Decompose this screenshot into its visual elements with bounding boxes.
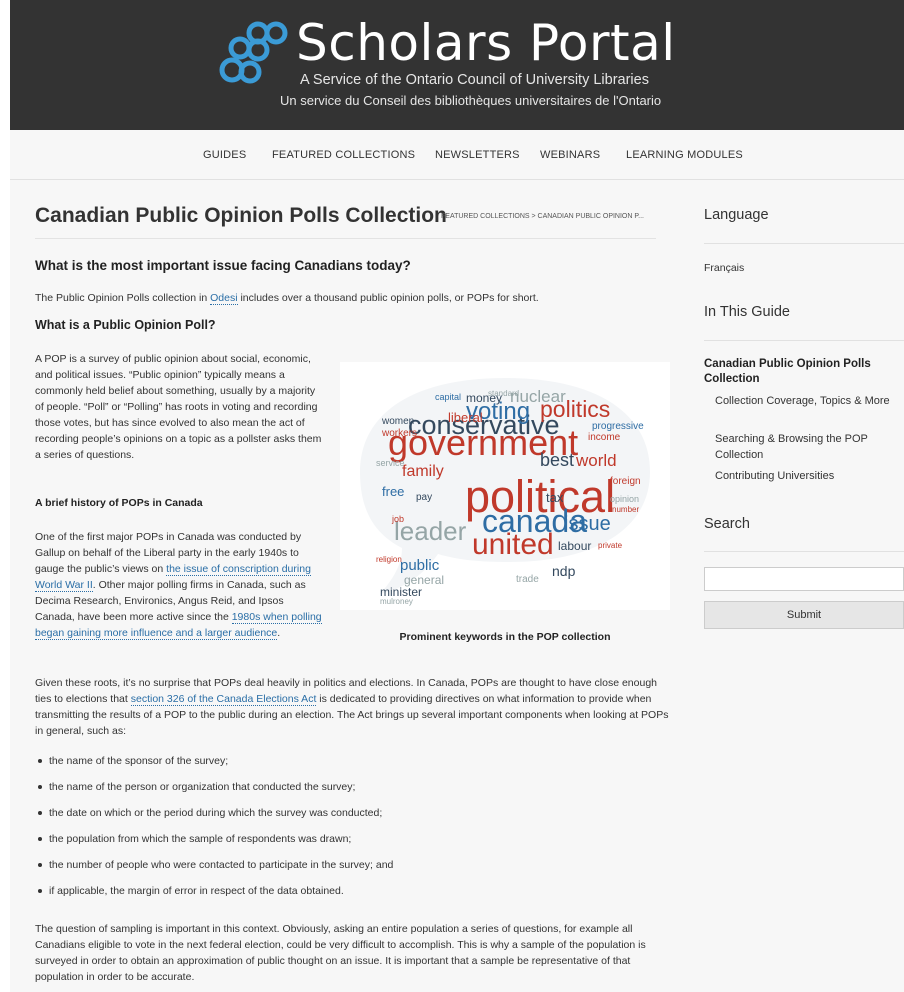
nav-newsletters[interactable]: NEWSLETTERS: [435, 149, 520, 161]
intro-text-after: includes over a thousand public opinion …: [237, 292, 539, 304]
list-item: the number of people who were contacted …: [35, 857, 671, 883]
cloud-word: foreign: [610, 476, 641, 487]
sampling-paragraph: The question of sampling is important in…: [35, 923, 646, 983]
list-item: the population from which the sample of …: [35, 831, 671, 857]
cloud-word: service: [376, 458, 405, 468]
cloud-word: leader: [394, 516, 467, 546]
guide-heading: In This Guide: [704, 304, 790, 320]
main-nav: GUIDES FEATURED COLLECTIONS NEWSLETTERS …: [10, 130, 904, 180]
cloud-word: opinion: [610, 494, 639, 504]
cloud-word: public: [400, 557, 440, 574]
cloud-word: women: [381, 416, 414, 427]
cloud-word: pay: [416, 492, 432, 503]
nav-guides[interactable]: GUIDES: [203, 149, 246, 161]
list-item: if applicable, the margin of error in re…: [35, 883, 671, 909]
cloud-word: world: [575, 451, 617, 470]
search-input[interactable]: [704, 567, 904, 591]
list-item: the date on which or the period during w…: [35, 805, 671, 831]
cloud-word: workers: [381, 428, 417, 439]
nav-webinars[interactable]: WEBINARS: [540, 149, 600, 161]
history-text-3: .: [277, 627, 281, 639]
cloud-word: income: [588, 432, 621, 443]
sidebar-divider: [704, 340, 904, 341]
cloud-word: religion: [376, 555, 402, 564]
logo-subtitle-french: Un service du Conseil des bibliothèques …: [280, 93, 662, 108]
logo-subtitle-english: A Service of the Ontario Council of Univ…: [300, 72, 649, 88]
cloud-word: issue: [564, 513, 611, 535]
cloud-word: trade: [516, 574, 539, 585]
page: Scholars Portal A Service of the Ontario…: [10, 0, 904, 992]
guide-item-searching[interactable]: Searching & Browsing the POP Collection: [715, 431, 900, 463]
heading-history: A brief history of POPs in Canada: [35, 497, 203, 509]
cloud-word: best: [540, 450, 574, 470]
cloud-word: standard: [488, 389, 519, 398]
nav-featured-collections[interactable]: FEATURED COLLECTIONS: [272, 149, 415, 161]
site-banner: Scholars Portal A Service of the Ontario…: [10, 0, 904, 130]
search-heading: Search: [704, 516, 750, 532]
sidebar-divider: [704, 551, 904, 552]
cloud-word: number: [612, 505, 639, 514]
guide-current-page[interactable]: Canadian Public Opinion Polls Collection: [704, 357, 894, 387]
odesi-link[interactable]: Odesi: [210, 292, 238, 305]
nav-learning-modules[interactable]: LEARNING MODULES: [626, 149, 743, 161]
sidebar-divider: [704, 243, 904, 244]
list-item: the name of the sponsor of the survey;: [35, 753, 671, 779]
list-item: the name of the person or organization t…: [35, 779, 671, 805]
cloud-word: ndp: [552, 563, 576, 579]
what-is-pop-paragraph: A POP is a survey of public opinion abou…: [35, 353, 322, 461]
heading-question: What is the most important issue facing …: [35, 258, 411, 273]
cloud-word: united: [472, 528, 554, 561]
cloud-word: progressive: [592, 421, 644, 432]
guide-item-universities[interactable]: Contributing Universities: [715, 468, 900, 484]
cloud-word: capital: [435, 392, 461, 402]
logo-title: Scholars Portal: [296, 14, 676, 72]
cloud-word: private: [598, 541, 623, 550]
title-divider: [35, 238, 656, 239]
history-paragraph: One of the first major POPs in Canada wa…: [35, 529, 325, 641]
components-list: the name of the sponsor of the survey; t…: [35, 753, 671, 909]
language-heading: Language: [704, 207, 769, 223]
roots-paragraph: Given these roots, it’s no surprise that…: [35, 675, 671, 739]
intro-text-before: The Public Opinion Polls collection in: [35, 292, 211, 304]
site-logo[interactable]: Scholars Portal A Service of the Ontario…: [218, 14, 688, 116]
cloud-word: mulroney: [380, 597, 413, 606]
image-caption: Prominent keywords in the POP collection: [399, 631, 611, 643]
breadcrumb[interactable]: FEATURED COLLECTIONS > CANADIAN PUBLIC O…: [441, 213, 644, 220]
cloud-word: family: [402, 463, 444, 480]
page-title: Canadian Public Opinion Polls Collection: [35, 204, 447, 227]
submit-button[interactable]: Submit: [704, 601, 904, 629]
intro-paragraph: The Public Opinion Polls collection in O…: [35, 292, 539, 305]
guide-item-coverage[interactable]: Collection Coverage, Topics & More: [715, 393, 900, 409]
cloud-word: labour: [558, 539, 591, 553]
word-cloud: politicalgovernmentconservativevoting pol…: [360, 378, 650, 606]
cloud-word: free: [382, 484, 404, 499]
molecule-logo-icon: [219, 21, 288, 84]
keyword-cloud-image: political government conservative voting pol…: [340, 362, 670, 610]
elections-act-link[interactable]: section 326 of the Canada Elections Act: [130, 693, 317, 706]
heading-what-is-pop: What is a Public Opinion Poll?: [35, 318, 216, 332]
cloud-word: job: [391, 514, 404, 524]
cloud-word: tax: [546, 490, 564, 505]
french-language-link[interactable]: Français: [704, 262, 744, 274]
cloud-word: liberal: [448, 410, 483, 425]
